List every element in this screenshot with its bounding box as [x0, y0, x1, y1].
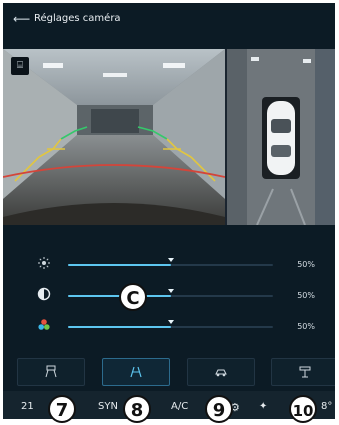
color-dots-icon — [38, 319, 50, 330]
callout-9: 9 — [205, 395, 233, 423]
contrast-value: 50% — [297, 291, 315, 300]
rear-camera-image — [3, 49, 225, 225]
ac-button[interactable]: A/C — [171, 401, 188, 412]
temperature-left[interactable]: 21 — [21, 401, 34, 412]
rear-camera-view: ⌸ — [3, 49, 225, 225]
car-view-icon — [215, 369, 227, 377]
callout-10: 10 — [289, 395, 317, 423]
slider-handle[interactable] — [168, 258, 174, 262]
tab-rear-camera[interactable] — [17, 358, 85, 386]
sync-button[interactable]: SYN — [98, 401, 118, 412]
tab-car-view[interactable] — [187, 358, 255, 386]
color-slider[interactable] — [68, 320, 273, 328]
slider-fill — [68, 264, 171, 266]
fan-icon[interactable]: ✦ — [259, 401, 267, 412]
color-value: 50% — [297, 322, 315, 331]
tab-top-view[interactable] — [271, 358, 335, 386]
temperature-right[interactable]: 8° — [321, 401, 332, 412]
callout-8: 8 — [123, 395, 151, 423]
back-arrow-icon[interactable]: ⟵ — [13, 12, 30, 26]
top-view-image — [227, 49, 335, 225]
contrast-slider-row: 50% — [3, 285, 335, 307]
brightness-value: 50% — [297, 260, 315, 269]
brightness-slider-row: 50% — [3, 254, 335, 276]
tab-guidelines[interactable] — [102, 358, 170, 386]
top-view — [227, 49, 335, 225]
slider-handle[interactable] — [168, 320, 174, 324]
camera-views: ⌸ — [3, 49, 335, 225]
image-adjustment-sliders: 50% 50% 50% — [3, 250, 335, 340]
rear-camera-icon — [45, 365, 57, 378]
callout-c: C — [119, 283, 147, 311]
brightness-slider[interactable] — [68, 258, 273, 266]
page-title: Réglages caméra — [34, 13, 121, 24]
top-view-icon — [299, 366, 311, 378]
slider-handle[interactable] — [168, 289, 174, 293]
camera-mode-tabs — [3, 358, 335, 388]
sun-icon — [38, 257, 50, 269]
color-slider-row: 50% — [3, 316, 335, 338]
contrast-slider[interactable] — [68, 289, 273, 297]
slider-fill — [68, 326, 171, 328]
contrast-icon — [37, 287, 51, 301]
guidelines-icon — [130, 366, 142, 378]
camera-settings-screen: ⟵ Réglages caméra ⌸ 50% 50% 50% 21 SYN A… — [3, 3, 335, 419]
callout-7: 7 — [48, 395, 76, 423]
top-bar: ⟵ Réglages caméra — [3, 3, 335, 35]
camera-icon[interactable]: ⌸ — [11, 57, 29, 75]
